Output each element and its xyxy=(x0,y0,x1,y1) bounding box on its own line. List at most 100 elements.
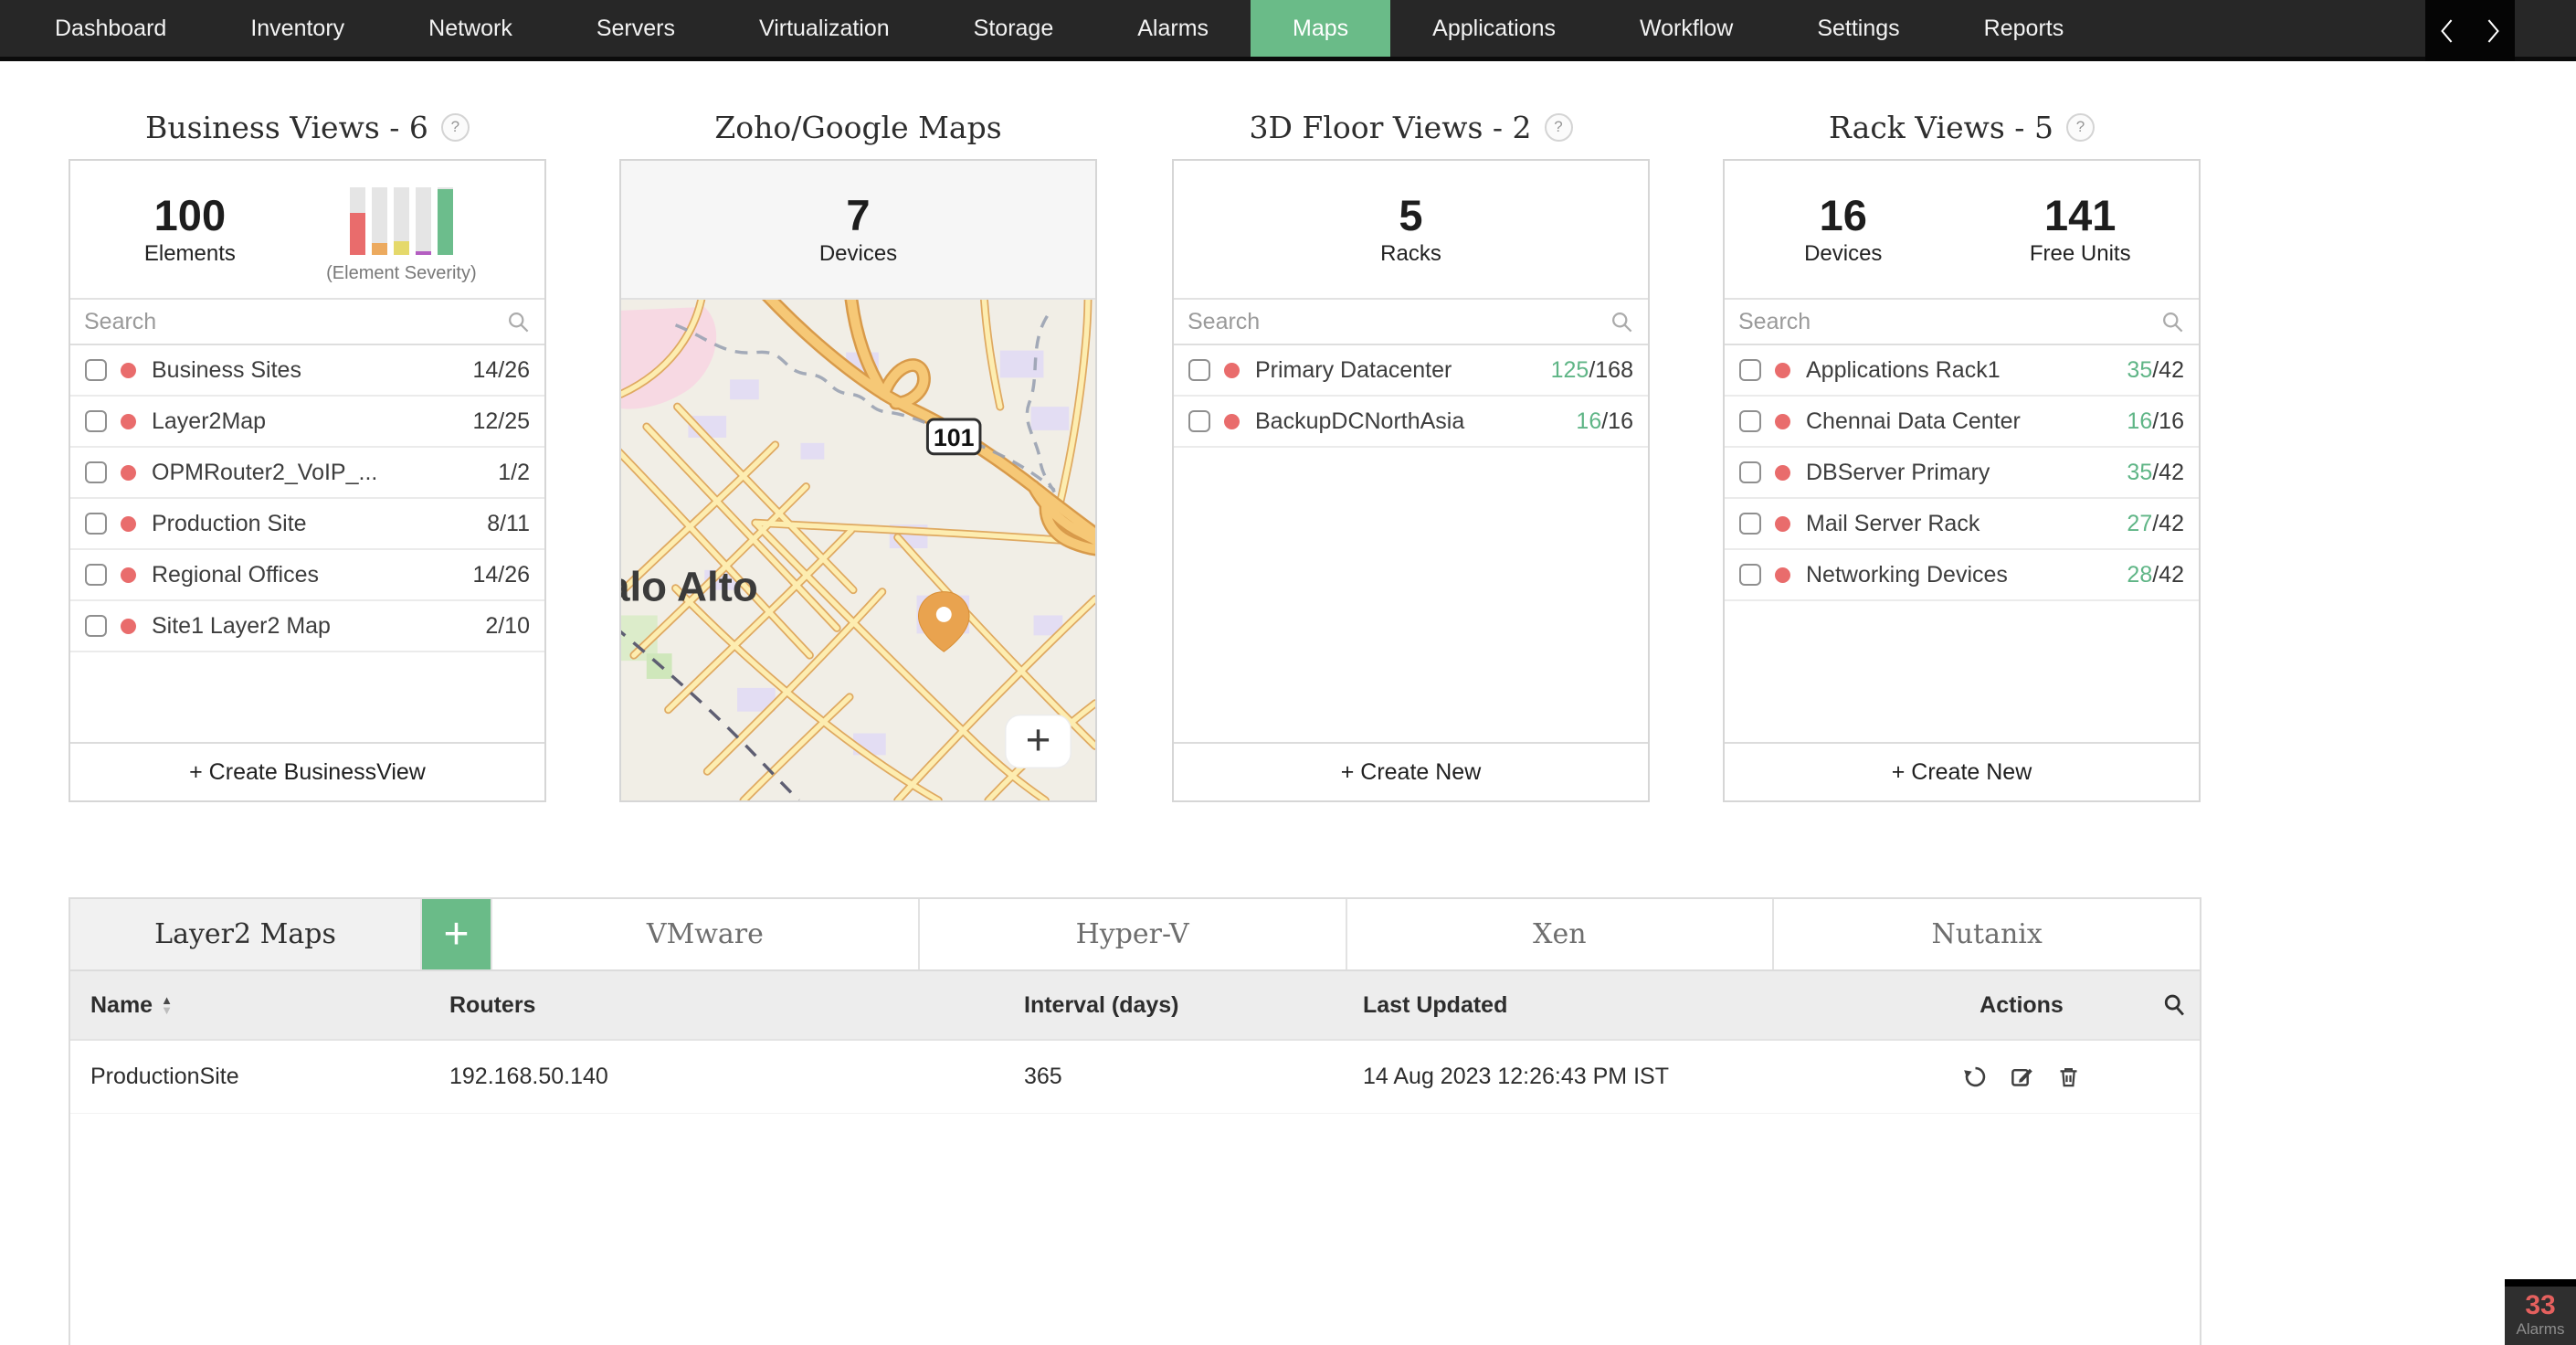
status-dot xyxy=(1775,516,1790,532)
row-checkbox[interactable] xyxy=(85,461,107,483)
row-checkbox[interactable] xyxy=(1739,359,1761,381)
elements-count: 100 xyxy=(96,192,284,239)
column-actions: Actions xyxy=(1895,992,2148,1019)
column-name: Name xyxy=(90,992,153,1019)
nav-tab-virtualization[interactable]: Virtualization xyxy=(717,0,932,57)
table-search-icon[interactable] xyxy=(2161,992,2187,1018)
status-dot xyxy=(1224,414,1240,429)
list-item[interactable]: Site1 Layer2 Map2/10 xyxy=(70,601,544,652)
row-checkbox[interactable] xyxy=(1739,461,1761,483)
nav-pager xyxy=(2425,0,2515,61)
row-checkbox[interactable] xyxy=(1188,410,1210,432)
list-item[interactable]: BackupDCNorthAsia16/16 xyxy=(1174,397,1648,448)
help-icon[interactable]: ? xyxy=(2066,113,2095,142)
nav-tab-storage[interactable]: Storage xyxy=(932,0,1096,57)
row-checkbox[interactable] xyxy=(85,513,107,535)
list-item[interactable]: Applications Rack135/42 xyxy=(1725,345,2199,397)
sort-icon[interactable]: ▲▼ xyxy=(161,995,173,1015)
rack-views-list: Applications Rack135/42Chennai Data Cent… xyxy=(1725,345,2199,742)
refresh-icon[interactable] xyxy=(1963,1064,1988,1089)
nav-tab-inventory[interactable]: Inventory xyxy=(208,0,386,57)
alarms-count: 33 xyxy=(2505,1291,2576,1320)
maps-tab-hyper-v[interactable]: Hyper-V xyxy=(920,899,1347,969)
chevron-left-icon[interactable] xyxy=(2437,17,2457,45)
row-checkbox[interactable] xyxy=(1188,359,1210,381)
status-dot xyxy=(1775,567,1790,583)
rack-views-title: Rack Views - 5 xyxy=(1829,110,2053,145)
alarms-label: Alarms xyxy=(2505,1320,2576,1339)
row-checkbox[interactable] xyxy=(1739,564,1761,586)
list-item[interactable]: Mail Server Rack27/42 xyxy=(1725,499,2199,550)
floor-views-stats: 5 Racks xyxy=(1174,161,1648,300)
severity-bar-critical xyxy=(350,187,365,255)
list-item[interactable]: Production Site8/11 xyxy=(70,499,544,550)
search-icon xyxy=(2160,310,2185,334)
rack-views-panel: Rack Views - 5 ? 16 Devices 141 Free Uni… xyxy=(1723,95,2201,802)
rack-views-stats: 16 Devices 141 Free Units xyxy=(1725,161,2199,300)
item-count: 1/2 xyxy=(498,460,530,486)
row-checkbox[interactable] xyxy=(1739,410,1761,432)
create-rack-view-button[interactable]: + Create New xyxy=(1725,742,2199,800)
help-icon[interactable]: ? xyxy=(1545,113,1573,142)
nav-tab-maps[interactable]: Maps xyxy=(1251,0,1390,57)
delete-icon[interactable] xyxy=(2056,1064,2081,1089)
list-item[interactable]: Primary Datacenter125/168 xyxy=(1174,345,1648,397)
row-checkbox[interactable] xyxy=(85,359,107,381)
elements-label: Elements xyxy=(96,241,284,267)
nav-tab-workflow[interactable]: Workflow xyxy=(1598,0,1775,57)
alarms-badge[interactable]: 33 Alarms xyxy=(2505,1279,2576,1345)
maps-tab-xen[interactable]: Xen xyxy=(1347,899,1775,969)
row-checkbox[interactable] xyxy=(85,410,107,432)
chevron-right-icon[interactable] xyxy=(2483,17,2503,45)
business-views-search-input[interactable] xyxy=(84,309,506,335)
item-count: 2/10 xyxy=(485,613,530,640)
list-item[interactable]: Chennai Data Center16/16 xyxy=(1725,397,2199,448)
item-name: BackupDCNorthAsia xyxy=(1255,408,1568,435)
opmanager-maps-page: DashboardInventoryNetworkServersVirtuali… xyxy=(0,0,2576,1345)
rack-views-search-input[interactable] xyxy=(1738,309,2160,335)
map-svg: 101 alo Alto + xyxy=(621,300,1095,800)
table-header: Name ▲▼ Routers Interval (days) Last Upd… xyxy=(70,971,2200,1041)
row-checkbox[interactable] xyxy=(85,564,107,586)
maps-tab-layer2-maps[interactable]: Layer2 Maps xyxy=(70,899,422,969)
list-item[interactable]: Regional Offices14/26 xyxy=(70,550,544,601)
item-name: Chennai Data Center xyxy=(1806,408,2119,435)
nav-tab-settings[interactable]: Settings xyxy=(1775,0,1941,57)
severity-chart: (Element Severity) xyxy=(284,187,519,284)
nav-tab-network[interactable]: Network xyxy=(386,0,554,57)
create-floor-view-button[interactable]: + Create New xyxy=(1174,742,1648,800)
nav-tab-dashboard[interactable]: Dashboard xyxy=(13,0,208,57)
nav-tab-reports[interactable]: Reports xyxy=(1942,0,2106,57)
maps-tab-nutanix[interactable]: Nutanix xyxy=(1774,899,2200,969)
maps-type-tabs: Layer2 Maps+VMwareHyper-VXenNutanix xyxy=(70,899,2200,971)
nav-tabs: DashboardInventoryNetworkServersVirtuali… xyxy=(13,0,2106,57)
nav-tab-servers[interactable]: Servers xyxy=(554,0,717,57)
list-item[interactable]: DBServer Primary35/42 xyxy=(1725,448,2199,499)
maps-tab-vmware[interactable]: VMware xyxy=(492,899,920,969)
create-businessview-button[interactable]: + Create BusinessView xyxy=(70,742,544,800)
item-name: DBServer Primary xyxy=(1806,460,2119,486)
free-units-label: Free Units xyxy=(1962,241,2200,267)
floor-views-search-input[interactable] xyxy=(1188,309,1610,335)
row-checkbox[interactable] xyxy=(85,615,107,637)
map-zoom-in-button[interactable]: + xyxy=(1006,715,1071,768)
business-views-panel: Business Views - 6 ? 100 Elements (Eleme… xyxy=(69,95,546,802)
business-views-list: Business Sites14/26Layer2Map12/25OPMRout… xyxy=(70,345,544,742)
add-map-tab-button[interactable]: + xyxy=(422,899,492,969)
nav-tab-applications[interactable]: Applications xyxy=(1390,0,1598,57)
list-item[interactable]: Layer2Map12/25 xyxy=(70,397,544,448)
help-icon[interactable]: ? xyxy=(441,113,470,142)
edit-icon[interactable] xyxy=(2010,1064,2034,1089)
status-dot xyxy=(1775,363,1790,378)
list-item[interactable]: Networking Devices28/42 xyxy=(1725,550,2199,601)
map-canvas[interactable]: 101 alo Alto + xyxy=(621,300,1095,800)
item-name: OPMRouter2_VoIP_... xyxy=(152,460,491,486)
nav-tab-alarms[interactable]: Alarms xyxy=(1095,0,1251,57)
business-views-title-row: Business Views - 6 ? xyxy=(69,95,546,159)
severity-bar-clear xyxy=(438,187,453,255)
row-checkbox[interactable] xyxy=(1739,513,1761,535)
devices-label: Devices xyxy=(621,241,1095,267)
list-item[interactable]: OPMRouter2_VoIP_... 1/2 xyxy=(70,448,544,499)
list-item[interactable]: Business Sites14/26 xyxy=(70,345,544,397)
cell-name[interactable]: ProductionSite xyxy=(70,1064,429,1090)
